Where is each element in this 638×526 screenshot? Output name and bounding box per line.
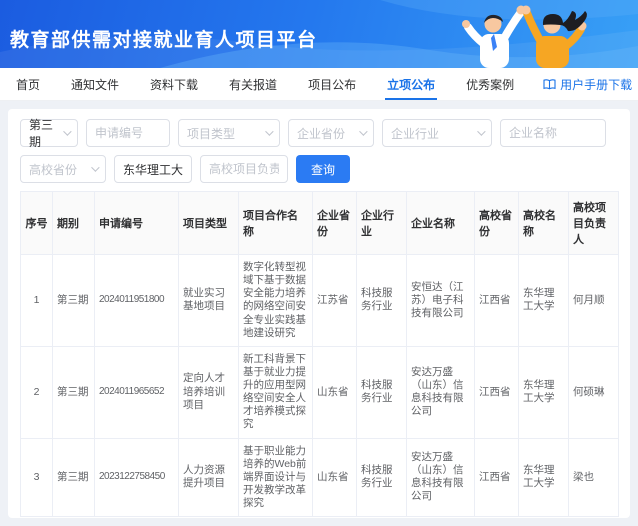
page: 教育部供需对接就业育人项目平台 首页 通知 bbox=[0, 0, 638, 526]
column-header: 高校省份 bbox=[475, 192, 519, 255]
filter-row-1: 第三期 项目类型 企业省份 企业行业 bbox=[20, 119, 618, 147]
table-cell: 3 bbox=[21, 438, 53, 517]
projects-table: 序号期别申请编号项目类型项目合作名称企业省份企业行业企业名称高校省份高校名称高校… bbox=[20, 191, 619, 517]
column-header: 项目合作名称 bbox=[239, 192, 313, 255]
nav-item[interactable]: 优秀案例 bbox=[464, 68, 516, 100]
main-nav: 首页 通知文件 资料下载 有关报道 项目公布 立项公布 优秀案例 用户手册下载 bbox=[0, 68, 638, 101]
nav-right: 用户手册下载 登录 bbox=[543, 68, 638, 100]
table-cell: 科技服务行业 bbox=[357, 438, 407, 517]
nav-items: 首页 通知文件 资料下载 有关报道 项目公布 立项公布 优秀案例 bbox=[14, 68, 543, 100]
banner-illustration-highfive bbox=[430, 0, 610, 68]
table-cell: 定向人才培养培训项目 bbox=[179, 346, 239, 438]
table-cell: 安达万盛（山东）信息科技有限公司 bbox=[407, 346, 475, 438]
table-cell: 江西省 bbox=[475, 346, 519, 438]
column-header: 高校名称 bbox=[519, 192, 569, 255]
table-cell: 江西省 bbox=[475, 438, 519, 517]
table-row: 1第三期2024011951800就业实习基地项目数字化转型视域下基于数据安全能… bbox=[21, 255, 619, 347]
column-header: 申请编号 bbox=[95, 192, 179, 255]
content: 第三期 项目类型 企业省份 企业行业 bbox=[0, 101, 638, 526]
university-name-input[interactable] bbox=[114, 155, 192, 183]
table-cell: 安达万盛（山东）信息科技有限公司 bbox=[407, 438, 475, 517]
column-header: 序号 bbox=[21, 192, 53, 255]
search-button[interactable]: 查询 bbox=[296, 155, 350, 183]
table-cell: 何月顺 bbox=[569, 255, 619, 347]
table-cell: 基于职业能力培养的Web前端界面设计与开发教学改革探究 bbox=[239, 438, 313, 517]
project-type-select[interactable]: 项目类型 bbox=[178, 119, 280, 147]
nav-item[interactable]: 资料下载 bbox=[148, 68, 200, 100]
project-type-placeholder: 项目类型 bbox=[187, 125, 235, 142]
company-industry-select[interactable]: 企业行业 bbox=[382, 119, 492, 147]
company-name-input[interactable] bbox=[500, 119, 606, 147]
user-manual-label: 用户手册下载 bbox=[560, 76, 632, 93]
table-cell: 第三期 bbox=[53, 438, 95, 517]
table-cell: 安恒达（江苏）电子科技有限公司 bbox=[407, 255, 475, 347]
table-cell: 何硕琳 bbox=[569, 346, 619, 438]
column-header: 期别 bbox=[53, 192, 95, 255]
nav-item[interactable]: 有关报道 bbox=[227, 68, 279, 100]
column-header: 企业名称 bbox=[407, 192, 475, 255]
table-body: 1第三期2024011951800就业实习基地项目数字化转型视域下基于数据安全能… bbox=[21, 255, 619, 517]
chevron-down-icon bbox=[477, 127, 485, 135]
table-cell: 第三期 bbox=[53, 255, 95, 347]
university-province-placeholder: 高校省份 bbox=[29, 161, 77, 178]
column-header: 高校项目负责人 bbox=[569, 192, 619, 255]
university-province-select[interactable]: 高校省份 bbox=[20, 155, 106, 183]
table-cell: 数字化转型视域下基于数据安全能力培养的网络空间安全专业实践基地建设研究 bbox=[239, 255, 313, 347]
content-card: 第三期 项目类型 企业省份 企业行业 bbox=[8, 109, 630, 518]
chevron-down-icon bbox=[63, 127, 71, 135]
apply-number-input[interactable] bbox=[86, 119, 170, 147]
column-header: 项目类型 bbox=[179, 192, 239, 255]
company-province-select[interactable]: 企业省份 bbox=[288, 119, 374, 147]
table-cell: 就业实习基地项目 bbox=[179, 255, 239, 347]
nav-item[interactable]: 立项公布 bbox=[385, 68, 437, 100]
period-select-value: 第三期 bbox=[29, 116, 57, 150]
table-cell: 江苏省 bbox=[313, 255, 357, 347]
university-leader-input[interactable] bbox=[200, 155, 288, 183]
table-cell: 东华理工大学 bbox=[519, 346, 569, 438]
site-title: 教育部供需对接就业育人项目平台 bbox=[10, 25, 318, 52]
table-cell: 江西省 bbox=[475, 255, 519, 347]
column-header: 企业行业 bbox=[357, 192, 407, 255]
table-row: 2第三期2024011965652定向人才培养培训项目新工科背景下基于就业力提升… bbox=[21, 346, 619, 438]
table-cell: 1 bbox=[21, 255, 53, 347]
table-cell: 山东省 bbox=[313, 438, 357, 517]
user-manual-link[interactable]: 用户手册下载 bbox=[543, 76, 632, 93]
chevron-down-icon bbox=[91, 163, 99, 171]
table-cell: 东华理工大学 bbox=[519, 438, 569, 517]
nav-item[interactable]: 首页 bbox=[14, 68, 42, 100]
chevron-down-icon bbox=[265, 127, 273, 135]
table-cell: 2 bbox=[21, 346, 53, 438]
banner: 教育部供需对接就业育人项目平台 bbox=[0, 0, 638, 68]
period-select[interactable]: 第三期 bbox=[20, 119, 78, 147]
table-cell: 科技服务行业 bbox=[357, 346, 407, 438]
table-cell: 第三期 bbox=[53, 346, 95, 438]
table-cell: 2024011965652 bbox=[95, 346, 179, 438]
nav-item[interactable]: 项目公布 bbox=[306, 68, 358, 100]
chevron-down-icon bbox=[359, 127, 367, 135]
filter-bar: 第三期 项目类型 企业省份 企业行业 bbox=[20, 119, 618, 183]
table-cell: 新工科背景下基于就业力提升的应用型网络空间安全人才培养模式探究 bbox=[239, 346, 313, 438]
table-cell: 梁也 bbox=[569, 438, 619, 517]
table-cell: 科技服务行业 bbox=[357, 255, 407, 347]
company-province-placeholder: 企业省份 bbox=[297, 125, 345, 142]
company-industry-placeholder: 企业行业 bbox=[391, 125, 439, 142]
nav-item[interactable]: 通知文件 bbox=[69, 68, 121, 100]
column-header: 企业省份 bbox=[313, 192, 357, 255]
book-icon bbox=[543, 79, 556, 90]
table-row: 3第三期2023122758450人力资源提升项目基于职业能力培养的Web前端界… bbox=[21, 438, 619, 517]
table-cell: 2023122758450 bbox=[95, 438, 179, 517]
table-header-row: 序号期别申请编号项目类型项目合作名称企业省份企业行业企业名称高校省份高校名称高校… bbox=[21, 192, 619, 255]
table-cell: 山东省 bbox=[313, 346, 357, 438]
filter-row-2: 高校省份 查询 bbox=[20, 155, 618, 183]
table-cell: 东华理工大学 bbox=[519, 255, 569, 347]
table-cell: 人力资源提升项目 bbox=[179, 438, 239, 517]
table-cell: 2024011951800 bbox=[95, 255, 179, 347]
